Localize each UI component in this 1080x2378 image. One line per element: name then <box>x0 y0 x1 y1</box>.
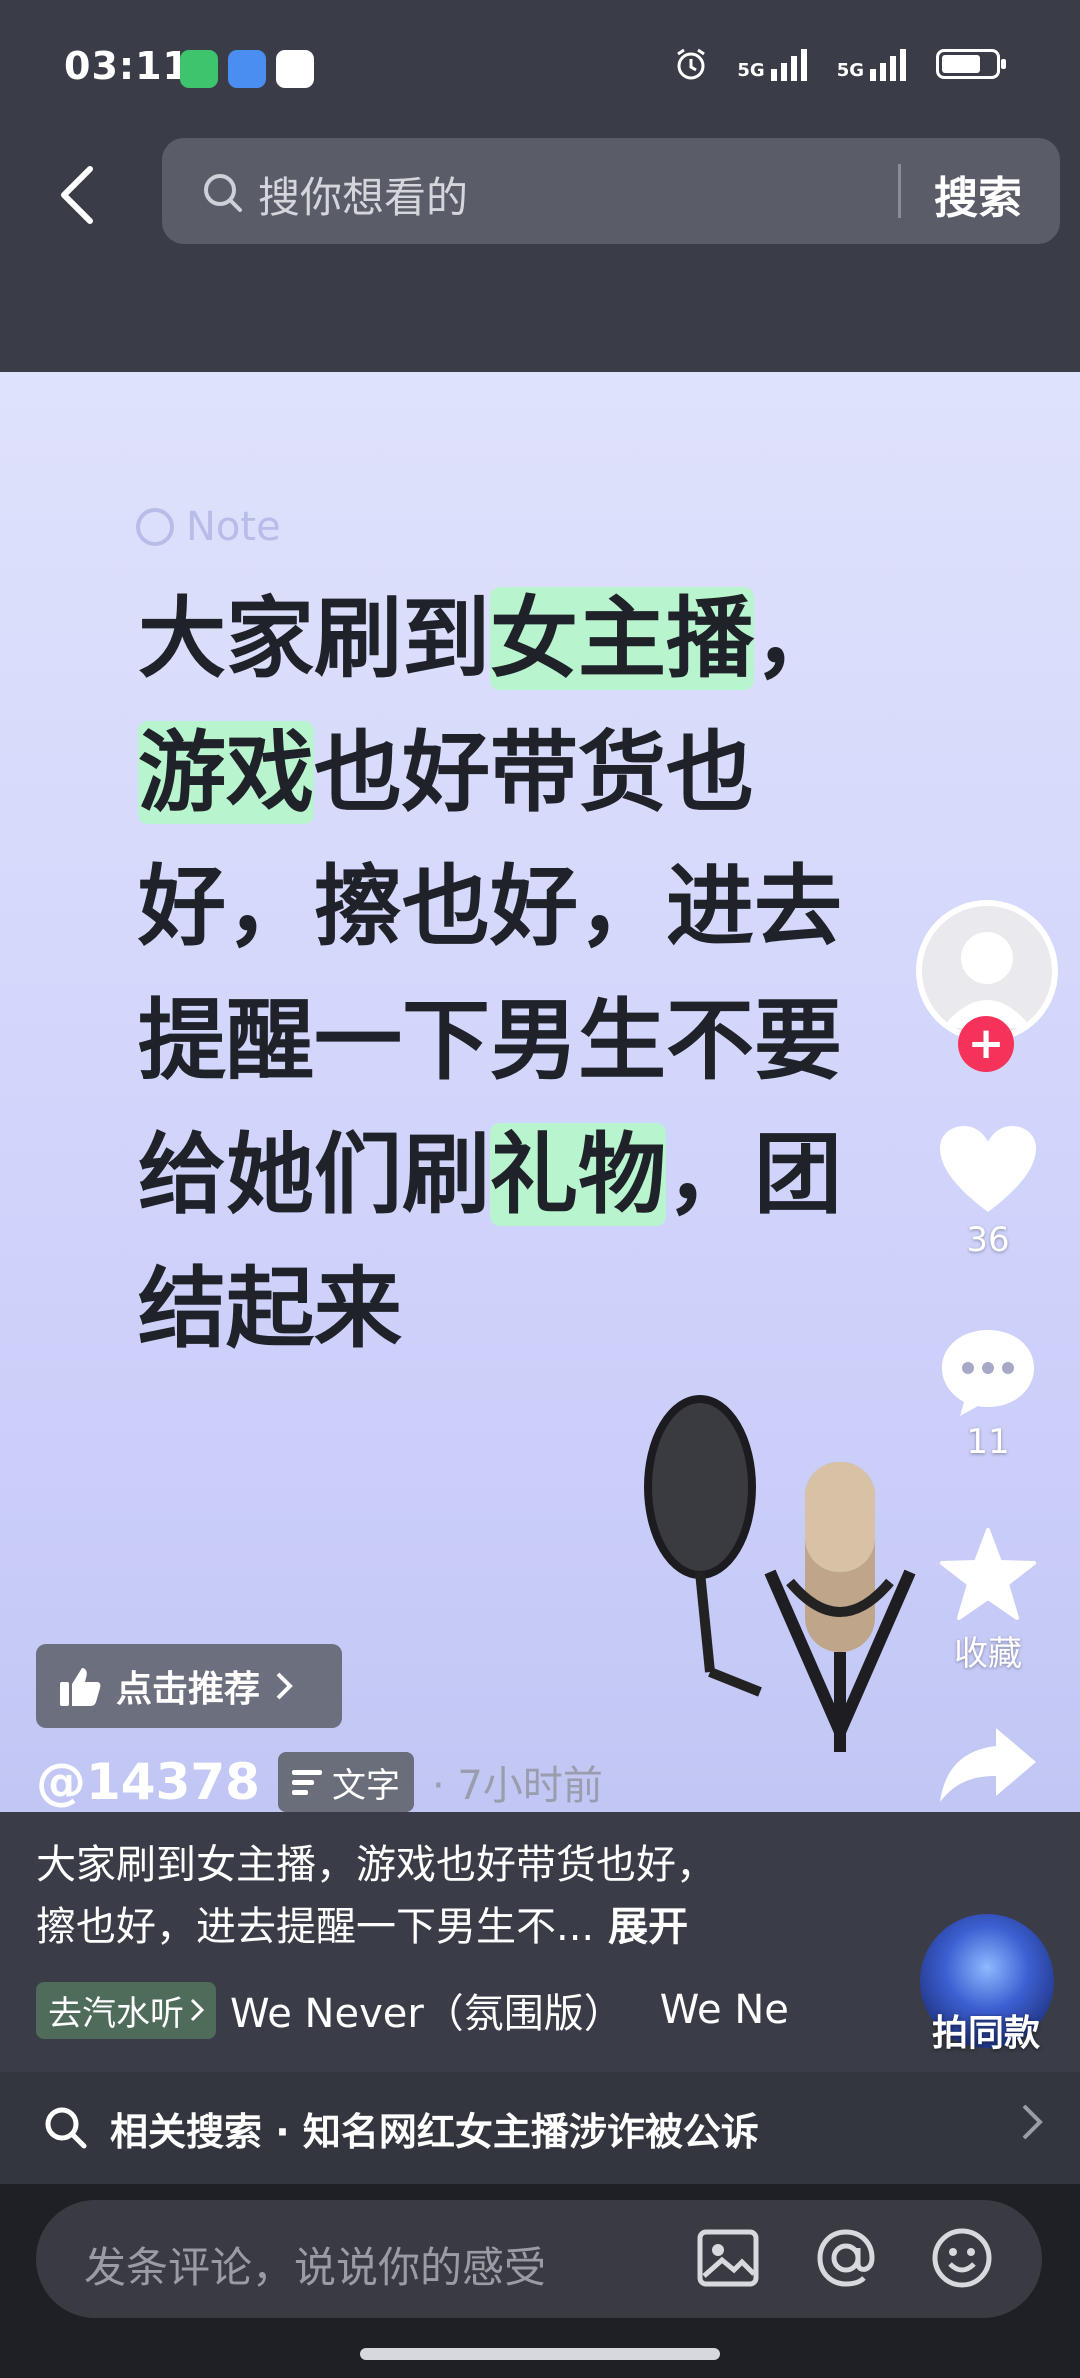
post-image-line: 好，擦也好，进去 <box>138 840 928 974</box>
highlighted-text: 礼物 <box>490 1123 667 1226</box>
follow-button[interactable]: + <box>958 1016 1014 1072</box>
microphone-illustration <box>644 1395 916 1752</box>
text-segment: 也好带货也 <box>314 721 755 824</box>
comment-input[interactable]: 发条评论，说说你的感受 <box>36 2200 1042 2318</box>
post-image[interactable]: Note 大家刷到女主播， 游戏也好带货也 好，擦也好，进去 提醒一下男生不要 给她们刷… <box>0 372 1080 1812</box>
comment-button[interactable]: 11 <box>930 1326 1046 1462</box>
post-type-tag: 文字 <box>277 1752 414 1812</box>
top-bar: 03:11 5G 5G 搜你想看的 搜索 <box>0 0 1080 372</box>
post-image-line: 提醒一下男生不要 <box>138 974 928 1108</box>
chat-app-icon <box>276 50 314 88</box>
music-title: We Never（氛围版） <box>230 1991 624 2037</box>
status-time: 03:11 <box>64 44 190 88</box>
note-circle-icon <box>136 508 174 546</box>
back-arrow-icon <box>61 166 93 224</box>
recommend-button[interactable]: 点击推荐 <box>36 1644 342 1728</box>
image-icon[interactable] <box>696 2226 760 2290</box>
comment-placeholder: 发条评论，说说你的感受 <box>84 2243 547 2292</box>
music-row[interactable]: 去汽水听 We Never（氛围版） We Ne <box>36 1980 816 2040</box>
text-segment: 好，擦也好，进去 <box>138 855 843 958</box>
post-image-text: 大家刷到女主播， 游戏也好带货也 好，擦也好，进去 提醒一下男生不要 给她们刷礼物，团结… <box>138 572 928 1376</box>
related-search-text: 相关搜索 · 知名网红女主播涉诈被公诉 <box>110 2109 759 2154</box>
alarm-icon <box>677 48 706 80</box>
like-count: 36 <box>966 1220 1010 1260</box>
search-input[interactable]: 搜你想看的 <box>258 164 468 225</box>
recommend-label: 点击推荐 <box>116 1669 261 1710</box>
signal-icon-2: 5G <box>837 47 908 81</box>
search-icon <box>202 172 244 218</box>
status-bar: 03:11 5G 5G <box>0 0 1080 130</box>
mention-icon[interactable] <box>814 2226 878 2290</box>
comment-count: 11 <box>966 1422 1010 1462</box>
text-segment: 给她们刷 <box>138 1123 491 1226</box>
search-icon <box>45 2107 87 2149</box>
text-segment: 提醒一下男生不要 <box>138 989 843 1092</box>
share-arrow-icon <box>940 1728 1036 1802</box>
related-search-bar[interactable]: 相关搜索 · 知名网红女主播涉诈被公诉 <box>0 2072 1080 2184</box>
signal-icon-1: 5G <box>737 47 808 81</box>
favorite-label: 收藏 <box>954 1634 1022 1674</box>
status-indicators: 5G 5G <box>673 46 1006 82</box>
text-segment: ， <box>754 587 843 690</box>
post-image-line: 给她们刷礼物，团 <box>138 1108 928 1242</box>
search-button[interactable]: 搜索 <box>934 162 1022 226</box>
music-title-next: We Ne <box>659 1987 789 2033</box>
expand-button[interactable]: 展开 <box>608 1904 688 1950</box>
back-button[interactable] <box>56 160 116 230</box>
text-segment: ，团 <box>666 1123 843 1226</box>
like-button[interactable]: 36 <box>930 1124 1046 1260</box>
search-divider <box>898 164 901 218</box>
weather-app-icon <box>228 50 266 88</box>
text-segment: 结起来 <box>138 1257 403 1360</box>
star-icon <box>940 1528 1036 1620</box>
listen-in-qishui-button[interactable]: 去汽水听 <box>36 1981 216 2039</box>
favorite-button[interactable]: 收藏 <box>930 1526 1046 1675</box>
battery-icon <box>936 49 1006 79</box>
author-row: @14378 文字 · 7小时前 <box>36 1752 603 1812</box>
same-style-button[interactable]: 拍同款 <box>932 2004 1040 2056</box>
chevron-right-icon <box>276 1672 293 1700</box>
text-lines-icon <box>291 1770 322 1795</box>
thumbs-up-icon <box>60 1668 101 1706</box>
post-image-line: 结起来 <box>138 1242 928 1376</box>
note-label: Note <box>136 504 281 550</box>
heart-icon <box>940 1126 1036 1212</box>
home-indicator[interactable] <box>360 2348 720 2360</box>
search-bar[interactable]: 搜你想看的 搜索 <box>162 138 1060 244</box>
author-name[interactable]: @14378 <box>36 1753 260 1811</box>
shield-app-icon <box>180 50 218 88</box>
chevron-right-icon <box>1022 2104 1043 2140</box>
comment-icon <box>942 1330 1034 1416</box>
post-time: · 7小时前 <box>431 1763 603 1809</box>
post-image-line: 游戏也好带货也 <box>138 706 928 840</box>
emoji-icon[interactable] <box>930 2226 994 2290</box>
post-image-line: 大家刷到女主播， <box>138 572 928 706</box>
highlighted-text: 游戏 <box>138 721 315 824</box>
highlighted-text: 女主播 <box>490 587 755 690</box>
post-description[interactable]: 大家刷到女主播，游戏也好带货也好， 擦也好，进去提醒一下男生不... 展开 <box>36 1834 856 1958</box>
text-segment: 大家刷到 <box>138 587 491 690</box>
chevron-right-icon <box>190 1998 204 2022</box>
